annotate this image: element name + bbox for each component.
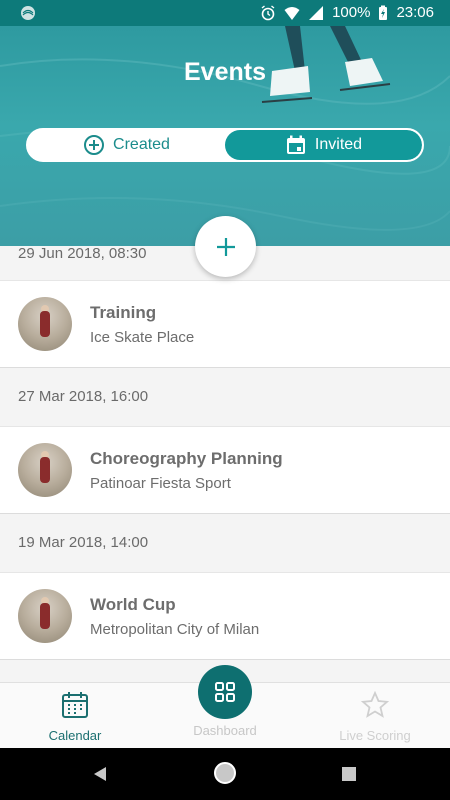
dashboard-grid-icon [215, 682, 235, 702]
back-icon[interactable] [92, 766, 108, 782]
plus-circle-icon [84, 135, 105, 155]
alarm-icon [261, 4, 275, 20]
events-header: Events Created Invited [0, 26, 450, 246]
battery-percentage: 100% [332, 4, 371, 21]
page-title: Events [184, 58, 266, 86]
events-list: 29 Jun 2018, 08:30 Training Ice Skate Pl… [0, 246, 450, 682]
calendar-grid-icon [62, 692, 88, 718]
event-date-header: 19 Mar 2018, 14:00 [18, 534, 149, 551]
signal-icon [309, 5, 324, 20]
nav-dashboard-button[interactable] [198, 665, 252, 719]
nav-dashboard[interactable]: Dashboard [165, 719, 285, 738]
status-bar: 100% 23:06 [0, 0, 450, 26]
event-location: Patinoar Fiesta Sport [90, 474, 231, 492]
star-icon [360, 690, 390, 718]
add-event-button[interactable] [195, 216, 256, 277]
nav-dashboard-label: Dashboard [193, 723, 257, 738]
nav-live-scoring-label: Live Scoring [339, 728, 411, 743]
event-card[interactable]: World Cup Metropolitan City of Milan [0, 572, 450, 660]
event-location: Ice Skate Place [90, 328, 195, 346]
clock: 23:06 [396, 4, 434, 21]
system-navigation-bar [0, 748, 450, 800]
event-date-header: 27 Mar 2018, 16:00 [18, 388, 149, 405]
bottom-navigation: Calendar Dashboard Live Scoring [0, 665, 450, 749]
event-title: World Cup [90, 594, 176, 614]
event-card[interactable]: Choreography Planning Patinoar Fiesta Sp… [0, 426, 450, 514]
tab-created[interactable]: Created [28, 130, 225, 160]
tab-invited[interactable]: Invited [225, 130, 422, 160]
event-card[interactable]: Training Ice Skate Place [0, 280, 450, 368]
event-avatar [18, 589, 72, 643]
recent-apps-icon[interactable] [342, 767, 356, 781]
event-title: Choreography Planning [90, 448, 283, 468]
event-location: Metropolitan City of Milan [90, 620, 260, 638]
wifi-icon [284, 6, 300, 20]
tab-created-label: Created [113, 136, 170, 153]
tab-invited-label: Invited [314, 136, 363, 153]
battery-charging-icon [379, 5, 388, 20]
notification-icon [21, 6, 35, 20]
event-filter-segmented-control: Created Invited [26, 128, 424, 162]
nav-calendar[interactable]: Calendar [15, 691, 135, 743]
event-avatar [18, 443, 72, 497]
calendar-icon [286, 135, 305, 154]
home-icon[interactable] [214, 762, 236, 784]
event-avatar [18, 297, 72, 351]
nav-calendar-label: Calendar [48, 728, 102, 743]
nav-live-scoring[interactable]: Live Scoring [315, 690, 435, 743]
event-title: Training [90, 302, 157, 322]
plus-icon [216, 237, 235, 256]
